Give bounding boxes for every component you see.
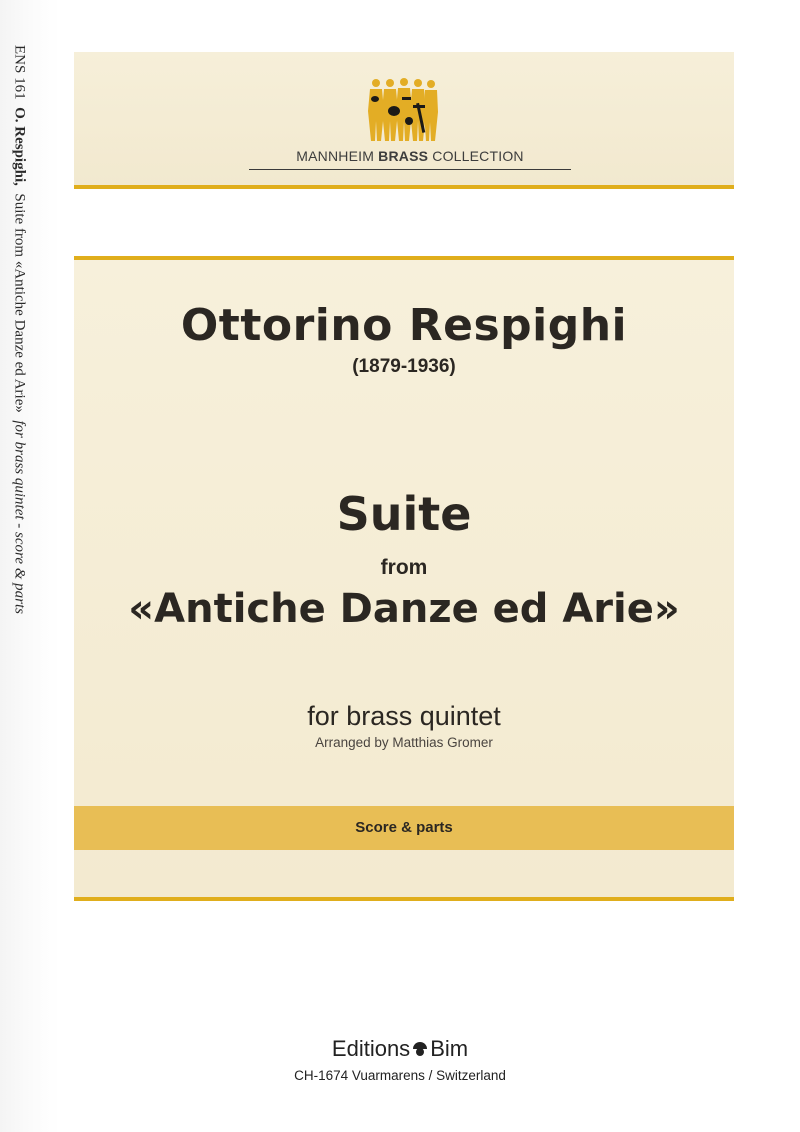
series-underline [249, 169, 571, 170]
composer-name: Ottorino Respighi [180, 300, 628, 351]
work-subtitle: «Antiche Danze ed Arie» [128, 586, 680, 632]
arranger-credit: Arranged by Matthias Gromer [315, 735, 493, 750]
publisher-address: CH-1674 Vuarmarens / Switzerland [294, 1068, 506, 1083]
work-from: from [380, 556, 428, 579]
spine-scoring: for brass quintet - score & parts [11, 420, 28, 614]
edition-type: Score & parts [355, 819, 453, 836]
series-name-prefix: MANNHEIM [296, 148, 379, 164]
header-rule [74, 185, 734, 189]
work-title: Suite [336, 487, 472, 541]
brass-quintet-logo [367, 77, 439, 143]
series-name: MANNHEIM BRASS COLLECTION [249, 148, 571, 164]
publisher-name: Editions Bim [250, 1036, 550, 1062]
publisher-mark-icon [413, 1042, 428, 1056]
publisher-name-part2: Bim [430, 1036, 469, 1061]
spine: ENS 161 O. Respighi, Suite from «Antiche… [5, 45, 35, 665]
spine-text: ENS 161 O. Respighi, Suite from «Antiche… [11, 45, 28, 614]
spine-title: Suite from «Antiche Danze ed Arie» [11, 193, 28, 413]
composer-dates: (1879-1936) [352, 356, 456, 377]
series-name-suffix: COLLECTION [428, 148, 524, 164]
title-top-rule [74, 256, 734, 260]
scoring-line: for brass quintet [307, 701, 501, 731]
title-bottom-rule [74, 897, 734, 901]
publisher-name-part1: Editions [331, 1036, 411, 1061]
spine-catalog-number: ENS 161 [11, 45, 28, 100]
spine-composer: O. Respighi, [11, 107, 28, 186]
series-name-highlight: BRASS [378, 148, 429, 164]
